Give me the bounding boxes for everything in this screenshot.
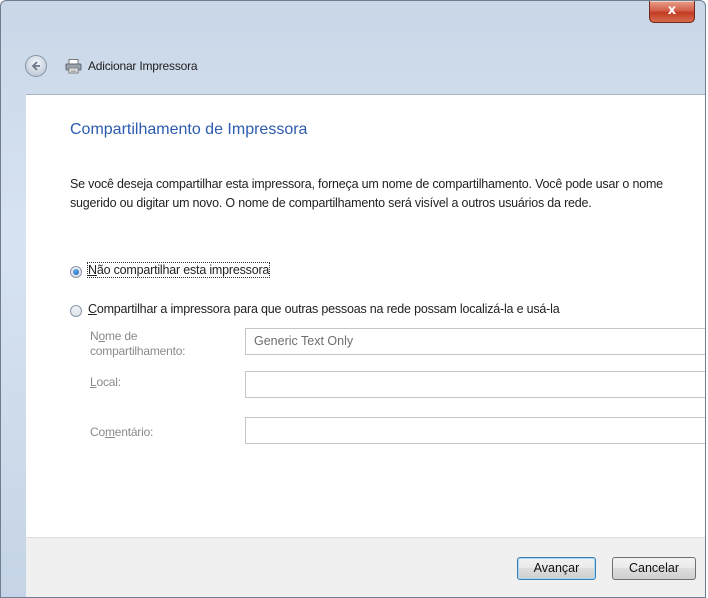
share-text: ompartilhar a impressora para que outras… bbox=[96, 302, 560, 316]
page-description: Se você deseja compartilhar esta impress… bbox=[70, 177, 663, 210]
cancel-button[interactable]: Cancelar bbox=[612, 557, 696, 580]
no-share-radio[interactable] bbox=[70, 266, 82, 278]
window-title: Adicionar Impressora bbox=[88, 59, 198, 73]
share-name-label-post: me de bbox=[104, 329, 138, 343]
comment-access-key: m bbox=[104, 425, 115, 439]
add-printer-window: x Adicionar Impressora Compartilhamento … bbox=[0, 0, 706, 598]
share-access-key: C bbox=[88, 302, 97, 316]
wizard-content: Compartilhamento de Impressora Se você d… bbox=[26, 94, 705, 537]
next-button[interactable]: Avançar bbox=[517, 557, 596, 580]
no-share-text: ão compartilhar esta impressora bbox=[96, 263, 270, 277]
share-name-label-line2: compartilhamento: bbox=[90, 344, 186, 358]
location-input[interactable] bbox=[245, 371, 705, 398]
close-button[interactable]: x bbox=[649, 1, 695, 23]
share-radio[interactable] bbox=[70, 305, 82, 317]
share-name-label: Nome de compartilhamento: bbox=[90, 329, 186, 359]
share-label[interactable]: Compartilhar a impressora para que outra… bbox=[88, 302, 560, 316]
location-label-post: ocal: bbox=[96, 375, 121, 389]
comment-label-pre: Co bbox=[90, 425, 105, 439]
close-icon: x bbox=[667, 3, 677, 18]
back-button[interactable] bbox=[25, 55, 47, 77]
comment-label-post: entário: bbox=[114, 425, 154, 439]
page-title: Compartilhamento de Impressora bbox=[70, 121, 308, 138]
no-share-label[interactable]: Não compartilhar esta impressora bbox=[86, 262, 271, 278]
comment-label: Comentário: bbox=[90, 425, 153, 440]
location-label: Local: bbox=[90, 375, 121, 390]
back-arrow-icon bbox=[31, 61, 40, 71]
no-share-access-key: N bbox=[88, 263, 97, 277]
wizard-footer: Avançar Cancelar bbox=[26, 537, 705, 597]
printer-icon bbox=[65, 59, 82, 74]
title-bar: x Adicionar Impressora bbox=[1, 1, 705, 93]
share-name-input[interactable]: Generic Text Only bbox=[245, 328, 705, 355]
comment-input[interactable] bbox=[245, 417, 705, 444]
